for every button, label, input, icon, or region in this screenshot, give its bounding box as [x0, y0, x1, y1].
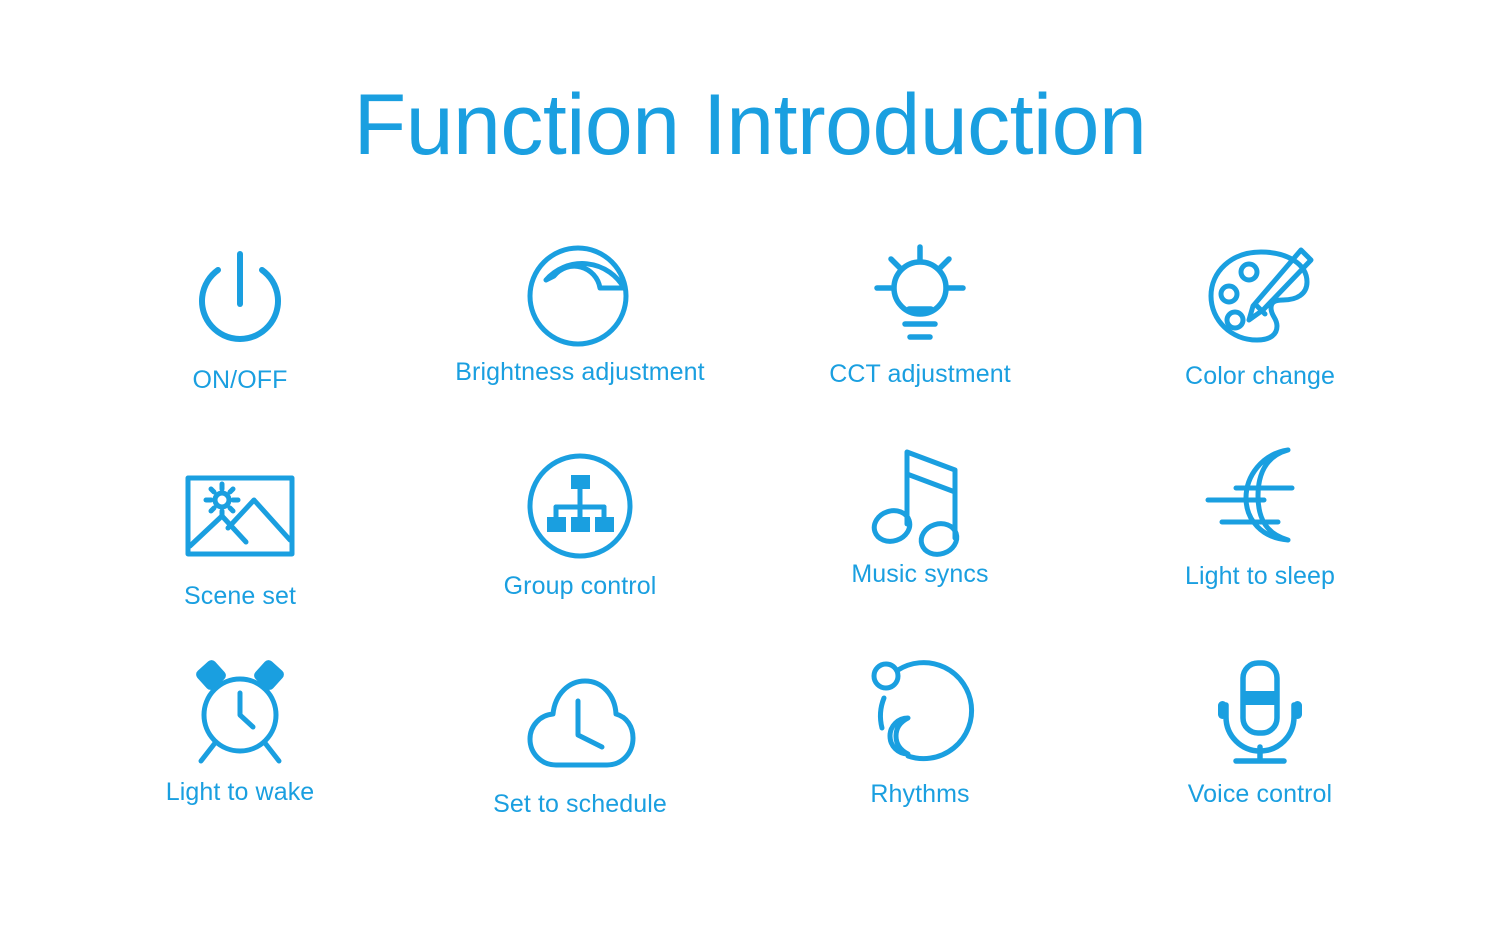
- brightness-dial-icon: [510, 232, 650, 352]
- power-icon: [170, 240, 310, 360]
- feature-item-voice-control[interactable]: Voice control: [1090, 654, 1430, 809]
- feature-label: Rhythms: [870, 780, 970, 808]
- feature-item-scene-set[interactable]: Scene set: [70, 456, 410, 611]
- feature-label: Brightness adjustment: [455, 358, 705, 386]
- feature-item-cct-adjustment[interactable]: CCT adjustment: [750, 234, 1090, 389]
- feature-label: Scene set: [183, 582, 297, 610]
- feature-label: Color change: [1185, 362, 1335, 390]
- alarm-clock-icon: [170, 652, 310, 772]
- feature-label: ON/OFF: [192, 366, 288, 394]
- feature-item-on-off[interactable]: ON/OFF: [70, 240, 410, 395]
- microphone-icon: [1190, 654, 1330, 774]
- feature-item-rhythms[interactable]: Rhythms: [750, 654, 1090, 809]
- crescent-moon-icon: [1190, 436, 1330, 556]
- feature-item-light-to-wake[interactable]: Light to wake: [70, 652, 410, 807]
- feature-grid: ON/OFF Brightness adjustment CCT adjustm…: [70, 230, 1430, 890]
- feature-item-light-to-sleep[interactable]: Light to sleep: [1090, 436, 1430, 591]
- landscape-picture-icon: [170, 456, 310, 576]
- feature-item-brightness-adjustment[interactable]: Brightness adjustment: [410, 232, 750, 387]
- circadian-cycle-icon: [850, 654, 990, 774]
- feature-label: Voice control: [1187, 780, 1333, 808]
- feature-label: Music syncs: [851, 560, 989, 588]
- music-note-icon: [850, 434, 990, 557]
- feature-label: Set to schedule: [493, 790, 667, 818]
- feature-label: Group control: [503, 572, 657, 600]
- cloud-clock-icon: [510, 664, 650, 784]
- feature-item-set-to-schedule[interactable]: Set to schedule: [410, 664, 750, 819]
- feature-item-group-control[interactable]: Group control: [410, 446, 750, 601]
- feature-item-music-syncs[interactable]: Music syncs: [750, 434, 1090, 589]
- palette-brush-icon: [1190, 236, 1330, 356]
- hierarchy-circle-icon: [510, 446, 650, 566]
- function-introduction-page: Function Introduction ON/OFF Brightness …: [0, 0, 1500, 937]
- feature-label: CCT adjustment: [829, 360, 1011, 388]
- feature-label: Light to wake: [165, 778, 315, 806]
- feature-item-color-change[interactable]: Color change: [1090, 236, 1430, 391]
- light-bulb-icon: [850, 234, 990, 354]
- feature-label: Light to sleep: [1184, 562, 1336, 590]
- page-title: Function Introduction: [353, 77, 1147, 173]
